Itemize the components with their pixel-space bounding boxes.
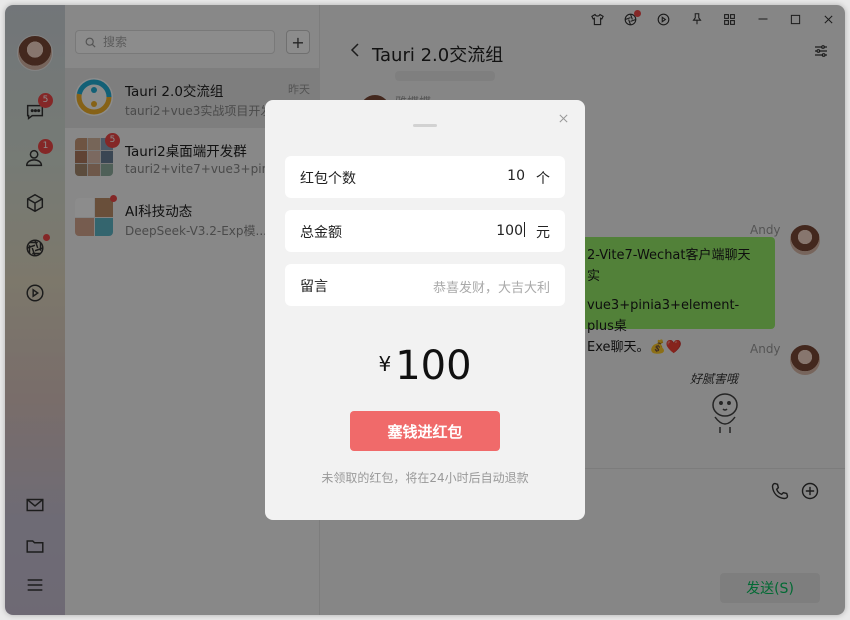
app-window: 5 1 + (5, 5, 845, 615)
currency-symbol: ¥ (378, 352, 392, 376)
total-amount-field[interactable]: 总金额 100 元 (285, 210, 565, 252)
total-amount-input[interactable]: 100 (496, 222, 525, 239)
total-amount-label: 总金额 (300, 225, 342, 241)
message-input[interactable]: 恭喜发财，大吉大利 (433, 277, 550, 296)
packet-count-field[interactable]: 红包个数 10 个 (285, 156, 565, 198)
amount-display: ¥100 (265, 343, 585, 389)
red-packet-dialog: 红包个数 10 个 总金额 100 元 留言 恭喜发财，大吉大利 ¥100 塞钱… (265, 100, 585, 520)
drag-handle[interactable] (413, 124, 437, 127)
packet-count-unit: 个 (536, 171, 550, 187)
amount-value: 100 (395, 343, 472, 389)
total-amount-unit: 元 (536, 225, 550, 241)
total-amount-value: 100 (496, 223, 523, 239)
message-label: 留言 (300, 279, 328, 295)
submit-red-packet-button[interactable]: 塞钱进红包 (350, 411, 500, 451)
message-field[interactable]: 留言 恭喜发财，大吉大利 (285, 264, 565, 306)
packet-count-input[interactable]: 10 (507, 168, 525, 184)
packet-count-label: 红包个数 (300, 171, 356, 187)
close-icon[interactable] (558, 110, 569, 128)
text-caret (524, 222, 525, 237)
refund-note: 未领取的红包，将在24小时后自动退款 (321, 471, 529, 485)
modal-overlay[interactable]: 红包个数 10 个 总金额 100 元 留言 恭喜发财，大吉大利 ¥100 塞钱… (5, 5, 845, 615)
